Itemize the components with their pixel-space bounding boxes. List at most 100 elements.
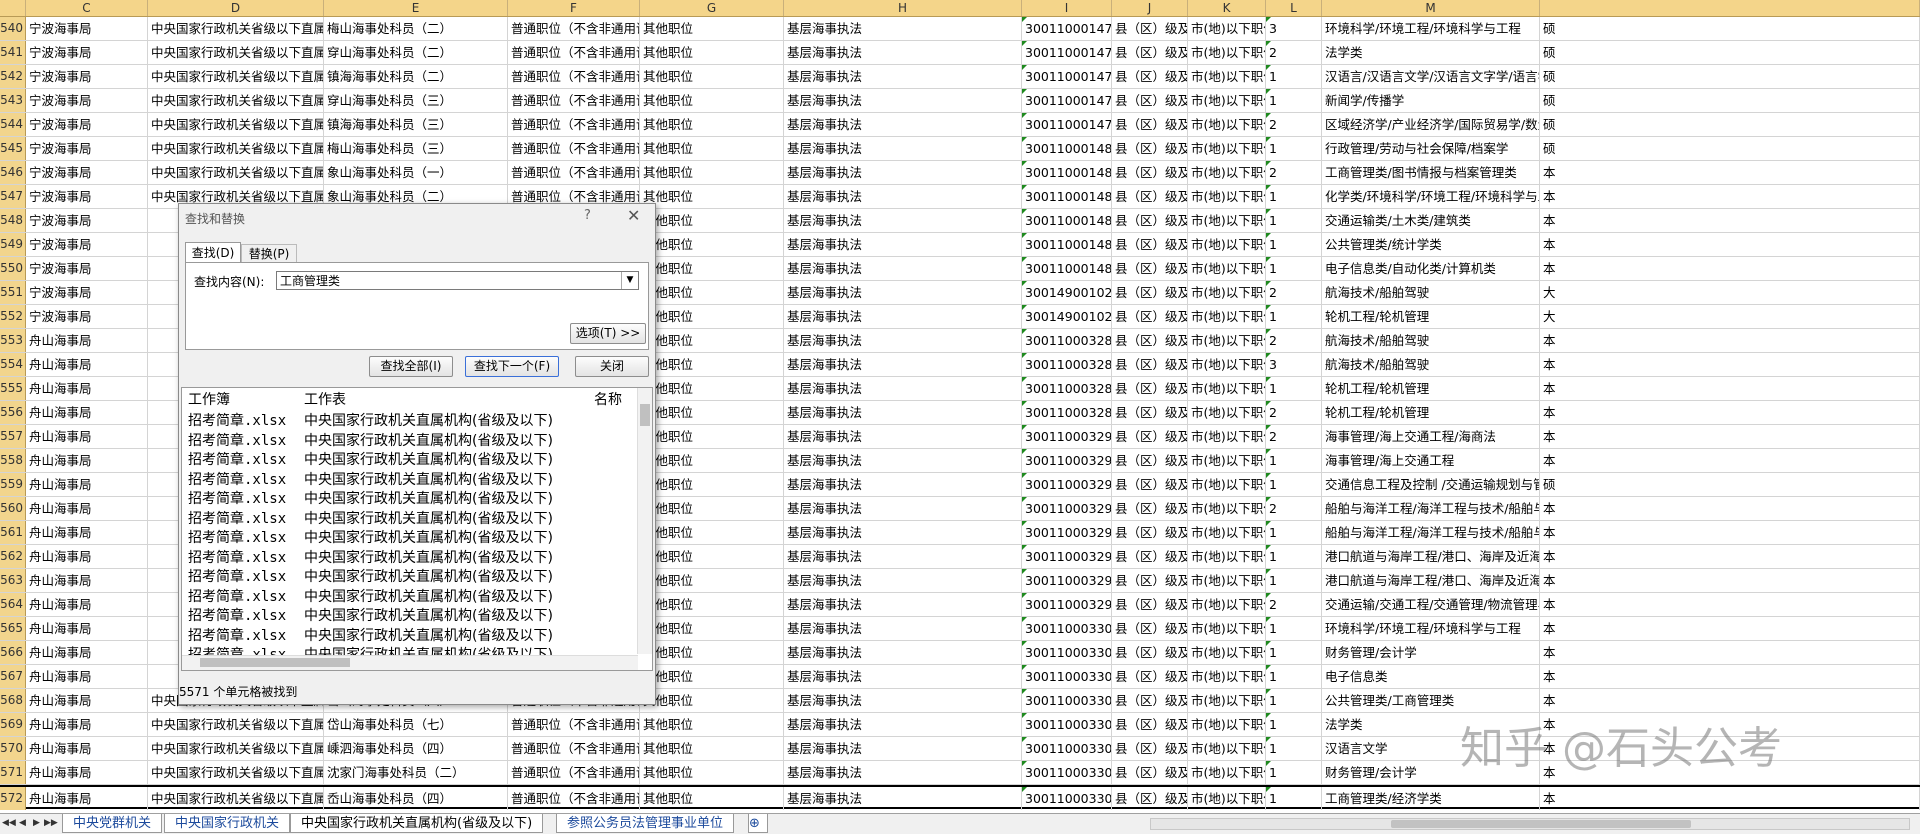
cell-k[interactable]: 市(地)以下职位 xyxy=(1188,113,1266,136)
row-number[interactable]: 554 xyxy=(0,353,26,376)
cell-l[interactable]: 2 xyxy=(1266,593,1322,616)
row-number[interactable]: 562 xyxy=(0,545,26,568)
cell-e[interactable]: 镇海海事处科员（三） xyxy=(324,113,508,136)
cell-g[interactable]: 其他职位 xyxy=(640,665,784,688)
cell-j[interactable]: 县（区）级及以 xyxy=(1112,137,1188,160)
tab-find[interactable]: 查找(D) xyxy=(185,242,241,263)
cell-k[interactable]: 市(地)以下职位 xyxy=(1188,89,1266,112)
new-sheet-icon[interactable]: ⊕ xyxy=(748,814,768,833)
cell-h[interactable]: 基层海事执法 xyxy=(784,305,1022,328)
row-number[interactable]: 571 xyxy=(0,761,26,784)
cell-m[interactable]: 工商管理类/图书情报与档案管理类 xyxy=(1322,161,1540,184)
cell-f[interactable]: 普通职位（不含非通用语、 xyxy=(508,713,640,736)
cell-l[interactable]: 1 xyxy=(1266,665,1322,688)
cell-m[interactable]: 化学类/环境科学/环境工程/环境科学与工程 xyxy=(1322,185,1540,208)
cell-l[interactable]: 1 xyxy=(1266,89,1322,112)
cell-c[interactable]: 舟山海事局 xyxy=(26,401,148,424)
row-number[interactable]: 561 xyxy=(0,521,26,544)
cell-i[interactable]: 300110003294 xyxy=(1022,473,1112,496)
cell-k[interactable]: 市(地)以下职位 xyxy=(1188,425,1266,448)
cell-h[interactable]: 基层海事执法 xyxy=(784,353,1022,376)
column-header-m[interactable]: M xyxy=(1322,0,1540,16)
cell-k[interactable]: 市(地)以下职位 xyxy=(1188,281,1266,304)
cell-i[interactable]: 300110003302 xyxy=(1022,665,1112,688)
cell-l[interactable]: 1 xyxy=(1266,209,1322,232)
cell-f[interactable]: 普通职位（不含非通用语、 xyxy=(508,65,640,88)
cell-l[interactable]: 1 xyxy=(1266,473,1322,496)
cell-j[interactable]: 县（区）级及以 xyxy=(1112,521,1188,544)
cell-d[interactable]: 中央国家行政机关省级以下直属机构 xyxy=(148,761,324,784)
horizontal-scroll-thumb[interactable] xyxy=(1391,820,1691,828)
cell-i[interactable]: 300110003304 xyxy=(1022,713,1112,736)
cell-g[interactable]: 其他职位 xyxy=(640,737,784,760)
help-icon[interactable]: ? xyxy=(584,208,591,223)
cell-j[interactable]: 县（区）级及以 xyxy=(1112,65,1188,88)
cell-g[interactable]: 其他职位 xyxy=(640,449,784,472)
cell-n[interactable]: 硕 xyxy=(1540,65,1920,88)
row-number[interactable]: 546 xyxy=(0,161,26,184)
cell-k[interactable]: 市(地)以下职位 xyxy=(1188,305,1266,328)
cell-n[interactable]: 本 xyxy=(1540,617,1920,640)
cell-c[interactable]: 宁波海事局 xyxy=(26,209,148,232)
cell-f[interactable]: 普通职位（不含非通用语、 xyxy=(508,761,640,784)
cell-e[interactable]: 嵊泗海事处科员（四） xyxy=(324,737,508,760)
cell-l[interactable]: 1 xyxy=(1266,449,1322,472)
sheet-tab-direct-institutions[interactable]: 中央国家行政机关直属机构(省级及以下) xyxy=(290,814,544,833)
cell-j[interactable]: 县（区）级及以 xyxy=(1112,449,1188,472)
cell-d[interactable]: 中央国家行政机关省级以下直属机构 xyxy=(148,89,324,112)
cell-h[interactable]: 基层海事执法 xyxy=(784,545,1022,568)
cell-c[interactable]: 宁波海事局 xyxy=(26,17,148,40)
cell-h[interactable]: 基层海事执法 xyxy=(784,161,1022,184)
cell-k[interactable]: 市(地)以下职位 xyxy=(1188,737,1266,760)
cell-i[interactable]: 300110003282 xyxy=(1022,329,1112,352)
cell-c[interactable]: 舟山海事局 xyxy=(26,689,148,712)
row-number[interactable]: 548 xyxy=(0,209,26,232)
row-number[interactable]: 551 xyxy=(0,281,26,304)
cell-k[interactable]: 市(地)以下职位 xyxy=(1188,521,1266,544)
cell-j[interactable]: 县（区）级及以 xyxy=(1112,41,1188,64)
cell-h[interactable]: 基层海事执法 xyxy=(784,377,1022,400)
cell-i[interactable]: 300110003307 xyxy=(1022,787,1112,810)
cell-g[interactable]: 其他职位 xyxy=(640,305,784,328)
cell-n[interactable]: 本 xyxy=(1540,593,1920,616)
cell-d[interactable]: 中央国家行政机关省级以下直属机构 xyxy=(148,137,324,160)
cell-h[interactable]: 基层海事执法 xyxy=(784,257,1022,280)
cell-h[interactable]: 基层海事执法 xyxy=(784,329,1022,352)
column-header-e[interactable]: E xyxy=(324,0,508,16)
row-number[interactable]: 569 xyxy=(0,713,26,736)
results-vertical-scrollbar[interactable] xyxy=(637,388,652,654)
cell-c[interactable]: 舟山海事局 xyxy=(26,473,148,496)
cell-e[interactable]: 岙山海事处科员（四） xyxy=(324,787,508,810)
cell-h[interactable]: 基层海事执法 xyxy=(784,473,1022,496)
cell-g[interactable]: 其他职位 xyxy=(640,787,784,810)
cell-d[interactable]: 中央国家行政机关省级以下直属机构 xyxy=(148,65,324,88)
cell-j[interactable]: 县（区）级及以 xyxy=(1112,281,1188,304)
cell-j[interactable]: 县（区）级及以 xyxy=(1112,17,1188,40)
cell-k[interactable]: 市(地)以下职位 xyxy=(1188,593,1266,616)
cell-n[interactable]: 本 xyxy=(1540,257,1920,280)
cell-i[interactable]: 300110003283 xyxy=(1022,353,1112,376)
column-header-k[interactable]: K xyxy=(1188,0,1266,16)
column-header-c[interactable]: C xyxy=(26,0,148,16)
cell-g[interactable]: 其他职位 xyxy=(640,545,784,568)
cell-h[interactable]: 基层海事执法 xyxy=(784,233,1022,256)
cell-j[interactable]: 县（区）级及以 xyxy=(1112,209,1188,232)
row-number[interactable]: 545 xyxy=(0,137,26,160)
cell-l[interactable]: 1 xyxy=(1266,787,1322,810)
cell-j[interactable]: 县（区）级及以 xyxy=(1112,377,1188,400)
cell-d[interactable]: 中央国家行政机关省级以下直属机构 xyxy=(148,41,324,64)
cell-g[interactable]: 其他职位 xyxy=(640,281,784,304)
cell-g[interactable]: 其他职位 xyxy=(640,641,784,664)
cell-c[interactable]: 舟山海事局 xyxy=(26,593,148,616)
cell-m[interactable]: 行政管理/劳动与社会保障/档案学 xyxy=(1322,137,1540,160)
cell-l[interactable]: 3 xyxy=(1266,17,1322,40)
cell-k[interactable]: 市(地)以下职位 xyxy=(1188,353,1266,376)
cell-k[interactable]: 市(地)以下职位 xyxy=(1188,17,1266,40)
cell-d[interactable]: 中央国家行政机关省级以下直属机构 xyxy=(148,161,324,184)
cell-e[interactable]: 穿山海事处科员（三） xyxy=(324,89,508,112)
cell-n[interactable]: 硕 xyxy=(1540,41,1920,64)
cell-m[interactable]: 财务管理/会计学 xyxy=(1322,641,1540,664)
close-icon[interactable]: ✕ xyxy=(627,206,640,225)
cell-g[interactable]: 其他职位 xyxy=(640,185,784,208)
cell-g[interactable]: 其他职位 xyxy=(640,17,784,40)
